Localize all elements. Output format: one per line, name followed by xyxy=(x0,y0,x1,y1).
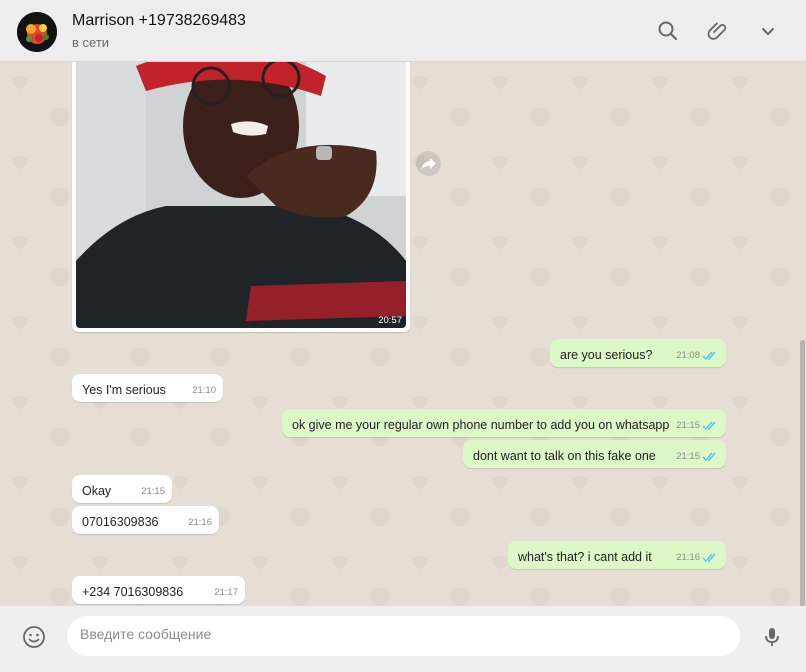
message-list[interactable]: 20:57 are you serious? 21:08 Yes I'm ser… xyxy=(0,62,806,606)
message-time: 21:16 xyxy=(188,517,212,528)
incoming-message[interactable]: +234 7016309836 21:17 xyxy=(72,576,245,604)
read-ticks-icon xyxy=(702,351,716,361)
message-text: what's that? i cant add it xyxy=(518,550,652,564)
read-ticks-icon xyxy=(702,452,716,462)
outgoing-message[interactable]: are you serious? 21:08 xyxy=(550,339,726,367)
photo-time: 20:57 xyxy=(378,315,402,326)
chat-header: Marrison +19738269483 в сети xyxy=(0,0,806,62)
incoming-message[interactable]: Okay 21:15 xyxy=(72,475,172,503)
scrollbar[interactable] xyxy=(800,340,805,606)
paperclip-icon[interactable] xyxy=(706,19,730,43)
message-text: ok give me your regular own phone number… xyxy=(292,418,670,432)
message-time: 21:15 xyxy=(676,451,700,462)
message-time: 21:10 xyxy=(192,385,216,396)
read-ticks-icon xyxy=(702,553,716,563)
emoji-icon[interactable] xyxy=(22,625,46,649)
contact-name[interactable]: Marrison +19738269483 xyxy=(72,12,246,30)
incoming-message[interactable]: 07016309836 21:16 xyxy=(72,506,219,534)
message-text: Yes I'm serious xyxy=(82,383,166,397)
message-time: 21:08 xyxy=(676,350,700,361)
read-ticks-icon xyxy=(702,421,716,431)
outgoing-message[interactable]: ok give me your regular own phone number… xyxy=(282,409,726,437)
message-text: dont want to talk on this fake one xyxy=(473,449,656,463)
message-text: Okay xyxy=(82,484,112,498)
chevron-down-icon[interactable] xyxy=(756,19,780,43)
message-time: 21:15 xyxy=(141,486,165,497)
outgoing-message[interactable]: dont want to talk on this fake one 21:15 xyxy=(463,440,726,468)
photo-image[interactable] xyxy=(76,62,406,328)
contact-status: в сети xyxy=(72,35,110,50)
outgoing-message[interactable]: what's that? i cant add it 21:16 xyxy=(508,541,726,569)
message-time: 21:16 xyxy=(676,552,700,563)
incoming-message[interactable]: Yes I'm serious 21:10 xyxy=(72,374,223,402)
composer-bar xyxy=(0,606,806,672)
contact-avatar[interactable] xyxy=(17,12,57,52)
image-message[interactable]: 20:57 xyxy=(72,62,410,332)
microphone-icon[interactable] xyxy=(760,625,784,649)
forward-icon[interactable] xyxy=(416,151,441,176)
message-time: 21:15 xyxy=(676,420,700,431)
message-text: 07016309836 xyxy=(82,515,159,529)
message-text: +234 7016309836 xyxy=(82,585,184,599)
message-time: 21:17 xyxy=(214,587,238,598)
message-input[interactable] xyxy=(80,626,720,642)
search-icon[interactable] xyxy=(656,19,680,43)
message-input-box[interactable] xyxy=(67,616,740,656)
message-text: are you serious? xyxy=(560,348,653,362)
